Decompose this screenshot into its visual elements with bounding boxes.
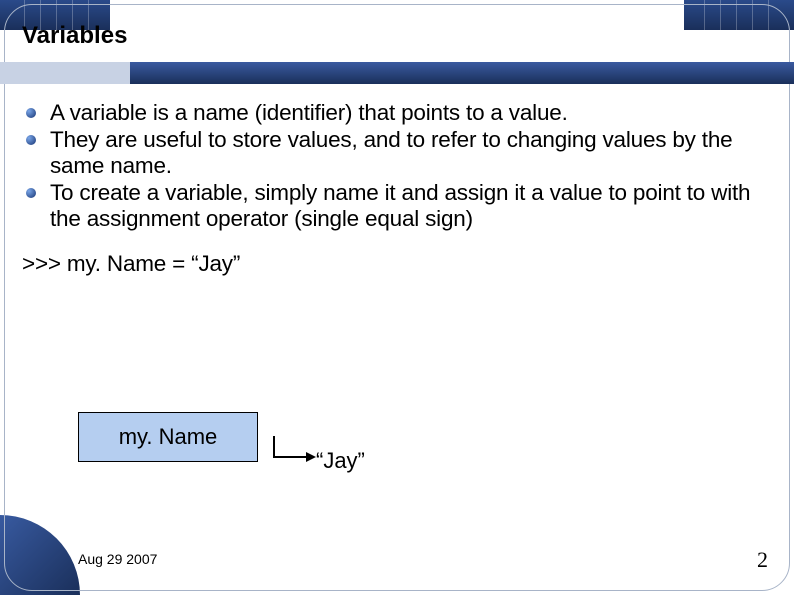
- corner-decoration-bottom-left: [0, 515, 80, 595]
- title-underline-bar: [0, 62, 794, 84]
- footer-date: Aug 29 2007: [78, 551, 157, 567]
- slide-content: A variable is a name (identifier) that p…: [22, 100, 772, 277]
- slide-title: Variables: [22, 22, 127, 50]
- bullet-item: A variable is a name (identifier) that p…: [22, 100, 772, 127]
- bullet-item: They are useful to store values, and to …: [22, 127, 772, 180]
- code-example: >>> my. Name = “Jay”: [22, 251, 772, 277]
- bullet-list: A variable is a name (identifier) that p…: [22, 100, 772, 233]
- page-number: 2: [757, 547, 768, 573]
- variable-label: my. Name: [119, 424, 218, 450]
- bullet-item: To create a variable, simply name it and…: [22, 180, 772, 233]
- variable-box: my. Name: [78, 412, 258, 462]
- variable-diagram: my. Name “Jay”: [78, 412, 508, 492]
- value-label: “Jay”: [316, 448, 365, 474]
- slide-frame: [4, 4, 790, 591]
- arrow-segment: [273, 456, 307, 458]
- arrow-segment: [273, 436, 275, 458]
- corner-decoration-top-right: [684, 0, 794, 30]
- arrow-head-icon: [306, 452, 316, 462]
